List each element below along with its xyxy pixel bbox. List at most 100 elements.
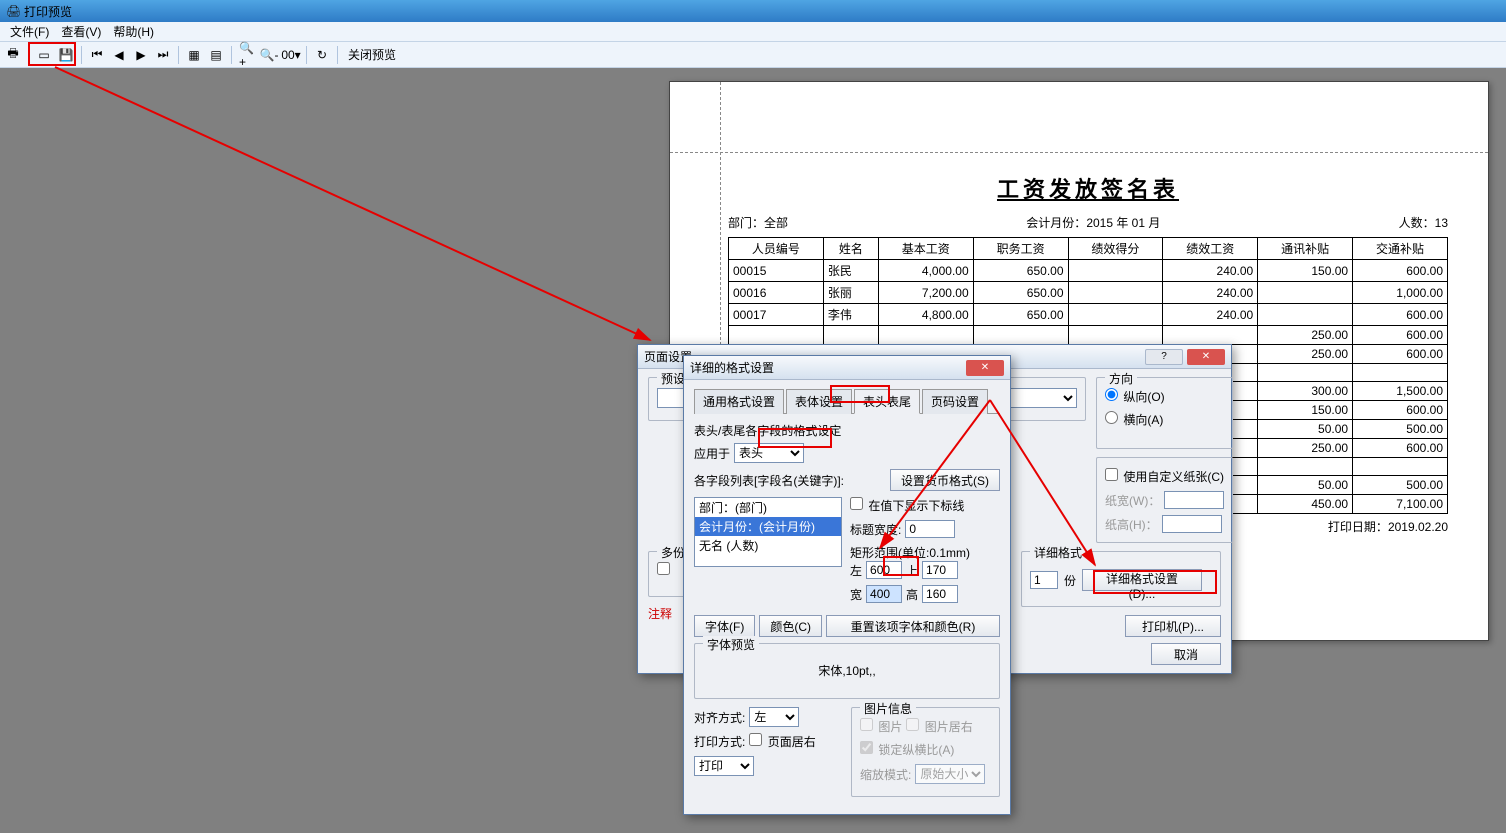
table-cell: 650.00 — [973, 282, 1068, 304]
table-cell — [1258, 282, 1353, 304]
table-cell: 1,000.00 — [1353, 282, 1448, 304]
menu-view[interactable]: 查看(V) — [55, 23, 107, 40]
table-cell: 50.00 — [1258, 420, 1353, 439]
table-header-cell: 绩效工资 — [1163, 238, 1258, 260]
table-cell — [878, 326, 973, 345]
table-cell — [823, 326, 878, 345]
table-cell: 600.00 — [1353, 304, 1448, 326]
report-title: 工资发放签名表 — [728, 172, 1448, 204]
top-input[interactable] — [922, 561, 958, 579]
custom-paper-checkbox[interactable]: 使用自定义纸张(C) — [1105, 468, 1224, 485]
table-cell: 4,000.00 — [878, 260, 973, 282]
list-item[interactable]: 部门：(部门) — [695, 498, 841, 517]
table-cell: 张丽 — [823, 282, 878, 304]
menu-file[interactable]: 文件(F) — [4, 23, 55, 40]
table-cell: 500.00 — [1353, 420, 1448, 439]
align-select[interactable]: 左 — [749, 707, 799, 727]
left-input[interactable] — [866, 561, 902, 579]
table-cell — [1068, 260, 1163, 282]
menu-help[interactable]: 帮助(H) — [107, 23, 160, 40]
table-cell: 150.00 — [1258, 260, 1353, 282]
copies-input[interactable] — [1030, 571, 1058, 589]
close-icon[interactable]: ✕ — [1187, 349, 1225, 365]
height-input[interactable] — [922, 585, 958, 603]
window-titlebar: 🖨 打印预览 — [0, 0, 1506, 22]
close-icon[interactable]: ✕ — [966, 360, 1004, 376]
help-button[interactable]: ? — [1145, 349, 1183, 365]
paper-height-input — [1162, 515, 1222, 533]
next-page-icon[interactable]: ▶ — [132, 46, 150, 64]
portrait-radio[interactable]: 纵向(O) — [1105, 388, 1165, 405]
width-label: 宽 — [850, 586, 862, 603]
cancel-button[interactable]: 取消 — [1151, 643, 1221, 665]
table-header-cell: 交通补贴 — [1353, 238, 1448, 260]
table-cell — [973, 326, 1068, 345]
list-item[interactable]: 会计月份：(会计月份) — [695, 517, 841, 536]
color-button[interactable]: 颜色(C) — [759, 615, 822, 637]
detail-format-dialog[interactable]: 详细的格式设置 ✕ 通用格式设置 表体设置 表头表尾 页码设置 表头/表尾各字段… — [683, 355, 1011, 815]
page-setup-icon[interactable]: ▭ — [35, 46, 53, 64]
multi-page-icon[interactable]: ▦ — [185, 46, 203, 64]
copies-unit-label: 份 — [1064, 572, 1076, 589]
tab-body[interactable]: 表体设置 — [786, 389, 852, 414]
title-width-input[interactable] — [905, 520, 955, 538]
image-right-checkbox: 图片居右 — [906, 718, 972, 735]
image-checkbox[interactable]: 图片 — [860, 718, 902, 735]
count-label: 人数： — [1399, 216, 1435, 230]
prev-page-icon[interactable]: ◀ — [110, 46, 128, 64]
table-cell: 300.00 — [1258, 382, 1353, 401]
multi-checkbox[interactable] — [657, 562, 670, 575]
detail-dialog-titlebar[interactable]: 详细的格式设置 ✕ — [684, 356, 1010, 380]
first-page-icon[interactable]: ⏮ — [88, 46, 106, 64]
font-preview-label: 字体预览 — [703, 636, 759, 653]
close-preview-button[interactable]: 关闭预览 — [344, 46, 400, 63]
print-icon[interactable]: 🖶 — [4, 46, 22, 64]
width-input[interactable] — [866, 585, 902, 603]
last-page-icon[interactable]: ⏭ — [154, 46, 172, 64]
table-cell: 1,500.00 — [1353, 382, 1448, 401]
table-cell — [1353, 364, 1448, 382]
detail-dialog-title: 详细的格式设置 — [690, 359, 774, 376]
currency-format-button[interactable]: 设置货币格式(S) — [890, 469, 1000, 491]
image-info-label: 图片信息 — [860, 700, 916, 717]
detail-format-group-label: 详细格式 — [1030, 544, 1086, 561]
table-cell: 00017 — [729, 304, 824, 326]
table-header-cell: 人员编号 — [729, 238, 824, 260]
print-select[interactable]: 打印 — [694, 756, 754, 776]
font-button[interactable]: 字体(F) — [694, 615, 755, 637]
printer-button[interactable]: 打印机(P)... — [1125, 615, 1221, 637]
list-item[interactable]: 无名 (人数) — [695, 536, 841, 555]
title-width-label: 标题宽度: — [850, 521, 901, 538]
zoom-out-icon[interactable]: 🔍- — [260, 46, 278, 64]
page-center-checkbox[interactable]: 页面居右 — [749, 733, 815, 750]
table-cell — [1163, 326, 1258, 345]
reset-font-color-button[interactable]: 重置该项字体和颜色(R) — [826, 615, 1000, 637]
table-cell: 50.00 — [1258, 476, 1353, 495]
left-label: 左 — [850, 562, 862, 579]
print-mode-label: 打印方式: — [694, 733, 745, 750]
tab-general[interactable]: 通用格式设置 — [694, 389, 784, 414]
save-icon[interactable]: 💾 — [57, 46, 75, 64]
report-meta-row: 部门：全部 会计月份：2015 年 01 月 人数：13 — [728, 214, 1448, 231]
table-header-row: 人员编号姓名基本工资职务工资绩效得分绩效工资通讯补贴交通补贴 — [729, 238, 1448, 260]
tab-page-no[interactable]: 页码设置 — [922, 389, 988, 414]
field-listbox[interactable]: 部门：(部门)会计月份：(会计月份)无名 (人数) — [694, 497, 842, 567]
paper-width-label: 纸宽(W)： — [1105, 492, 1160, 509]
zoom-in-icon[interactable]: 🔍+ — [238, 46, 256, 64]
refresh-icon[interactable]: ↻ — [313, 46, 331, 64]
font-preview-value: 宋体,10pt,, — [703, 654, 991, 679]
tab-header-footer[interactable]: 表头表尾 — [854, 389, 920, 414]
dept-label: 部门： — [728, 216, 764, 230]
landscape-radio[interactable]: 横向(A) — [1105, 411, 1163, 428]
layout-icon[interactable]: ▤ — [207, 46, 225, 64]
underline-checkbox[interactable]: 在值下显示下标线 — [850, 497, 964, 514]
dept-value: 全部 — [764, 216, 788, 230]
table-cell: 00016 — [729, 282, 824, 304]
table-cell — [729, 326, 824, 345]
section-label: 表头/表尾各字段的格式设定 — [694, 422, 1000, 439]
detail-format-button[interactable]: 详细格式设置(D)... — [1082, 569, 1202, 591]
height-label: 高 — [906, 586, 918, 603]
count-value: 13 — [1435, 216, 1448, 230]
zoom-combo[interactable]: 00▾ — [282, 46, 300, 64]
apply-to-select[interactable]: 表头 — [734, 443, 804, 463]
